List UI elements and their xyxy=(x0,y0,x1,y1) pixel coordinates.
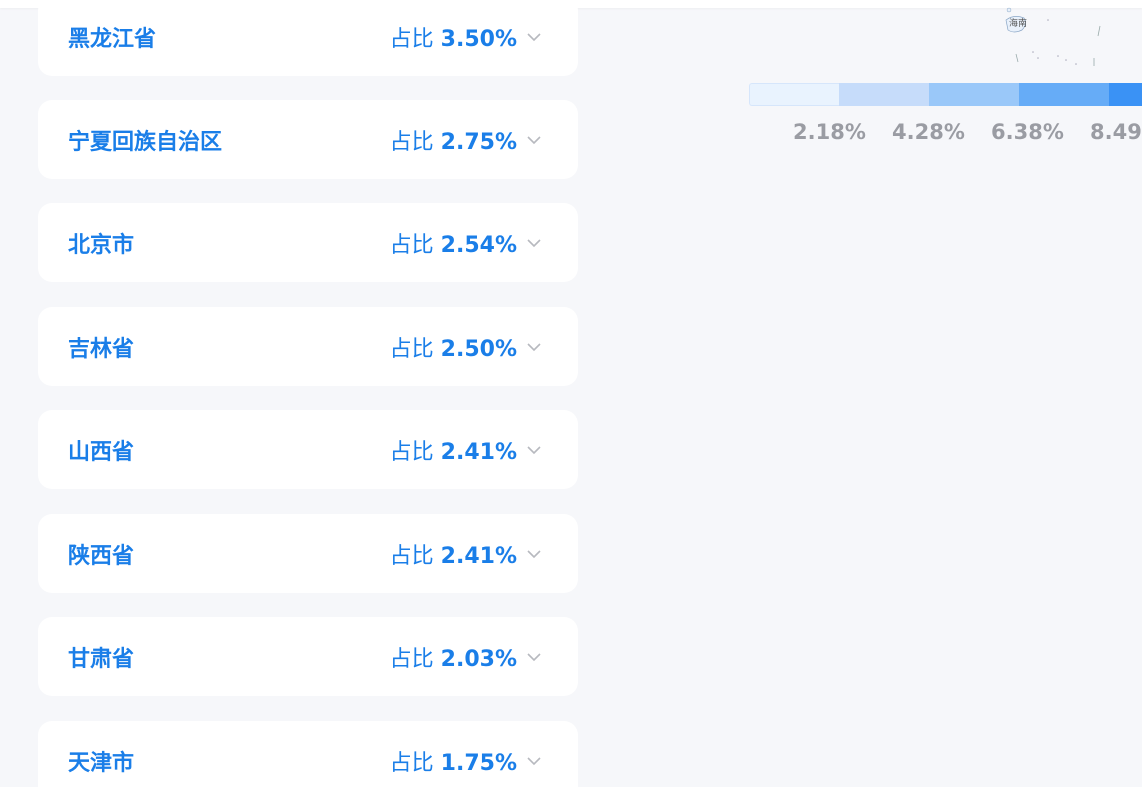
legend-segment xyxy=(929,83,1019,106)
chevron-down-icon[interactable] xyxy=(526,132,542,148)
province-name: 天津市 xyxy=(68,750,135,776)
province-share: 占比 1.75% xyxy=(390,745,517,777)
province-name: 黑龙江省 xyxy=(68,26,157,52)
province-name: 甘肃省 xyxy=(68,646,135,672)
share-prefix: 占比 xyxy=(389,543,434,569)
share-percent: 3.50% xyxy=(440,26,517,52)
share-prefix: 占比 xyxy=(389,336,434,362)
legend-segment xyxy=(1109,83,1142,106)
islet-dot xyxy=(1075,63,1077,65)
province-card[interactable]: 天津市 占比 1.75% xyxy=(38,721,578,787)
legend-label: 4.28% xyxy=(892,120,965,144)
chevron-down-icon[interactable] xyxy=(526,546,542,562)
province-card[interactable]: 甘肃省 占比 2.03% xyxy=(38,617,578,696)
legend-segment xyxy=(839,83,929,106)
share-percent: 2.41% xyxy=(440,543,517,569)
legend-label: 2.18% xyxy=(793,120,866,144)
islet-dot xyxy=(1057,55,1059,57)
chevron-down-icon[interactable] xyxy=(526,339,542,355)
province-card[interactable]: 宁夏回族自治区 占比 2.75% xyxy=(38,100,578,179)
province-name: 北京市 xyxy=(68,232,135,258)
province-share: 占比 2.03% xyxy=(390,641,517,673)
province-card[interactable]: 北京市 占比 2.54% xyxy=(38,203,578,282)
islet-dot xyxy=(1032,51,1034,53)
province-name: 宁夏回族自治区 xyxy=(68,129,223,155)
share-percent: 2.54% xyxy=(440,232,517,258)
share-percent: 2.75% xyxy=(440,129,517,155)
province-share: 占比 3.50% xyxy=(390,21,517,53)
dash-line xyxy=(1015,53,1019,63)
share-percent: 1.75% xyxy=(440,750,517,776)
province-card[interactable]: 吉林省 占比 2.50% xyxy=(38,307,578,386)
legend-segment xyxy=(749,83,839,106)
province-card[interactable]: 山西省 占比 2.41% xyxy=(38,410,578,489)
legend-segment xyxy=(1019,83,1109,106)
chevron-down-icon[interactable] xyxy=(526,29,542,45)
province-card[interactable]: 陕西省 占比 2.41% xyxy=(38,514,578,593)
chevron-down-icon[interactable] xyxy=(526,649,542,665)
province-name: 吉林省 xyxy=(68,336,135,362)
chevron-down-icon[interactable] xyxy=(526,235,542,251)
map-region-label: 海南 xyxy=(1009,19,1028,29)
province-name: 陕西省 xyxy=(68,543,135,569)
islet-dot xyxy=(1037,57,1039,59)
province-share: 占比 2.75% xyxy=(390,124,517,156)
share-prefix: 占比 xyxy=(389,750,434,776)
islet-dot xyxy=(1065,59,1067,61)
province-name: 山西省 xyxy=(68,439,135,465)
islet-shape xyxy=(1006,7,1012,13)
chevron-down-icon[interactable] xyxy=(526,442,542,458)
dash-line xyxy=(1097,25,1101,37)
share-prefix: 占比 xyxy=(389,646,434,672)
share-prefix: 占比 xyxy=(389,129,434,155)
province-share: 占比 2.50% xyxy=(390,331,517,363)
share-prefix: 占比 xyxy=(389,26,434,52)
legend-label: 8.49% xyxy=(1090,120,1142,144)
share-percent: 2.41% xyxy=(440,439,517,465)
share-prefix: 占比 xyxy=(389,232,434,258)
province-share: 占比 2.41% xyxy=(390,538,517,570)
chevron-down-icon[interactable] xyxy=(526,753,542,769)
legend-labels: 2.18% 4.28% 6.38% 8.49% xyxy=(749,120,1142,150)
share-prefix: 占比 xyxy=(389,439,434,465)
page: 黑龙江省 占比 3.50% 宁夏回族自治区 占比 2.75% 北京市 占比 2.… xyxy=(0,0,1142,787)
share-percent: 2.03% xyxy=(440,646,517,672)
province-share: 占比 2.54% xyxy=(390,227,517,259)
share-percent: 2.50% xyxy=(440,336,517,362)
legend-label: 6.38% xyxy=(991,120,1064,144)
islet-dot xyxy=(1047,19,1049,21)
color-legend xyxy=(749,83,1142,106)
province-share: 占比 2.41% xyxy=(390,434,517,466)
province-card[interactable]: 黑龙江省 占比 3.50% xyxy=(38,0,578,76)
